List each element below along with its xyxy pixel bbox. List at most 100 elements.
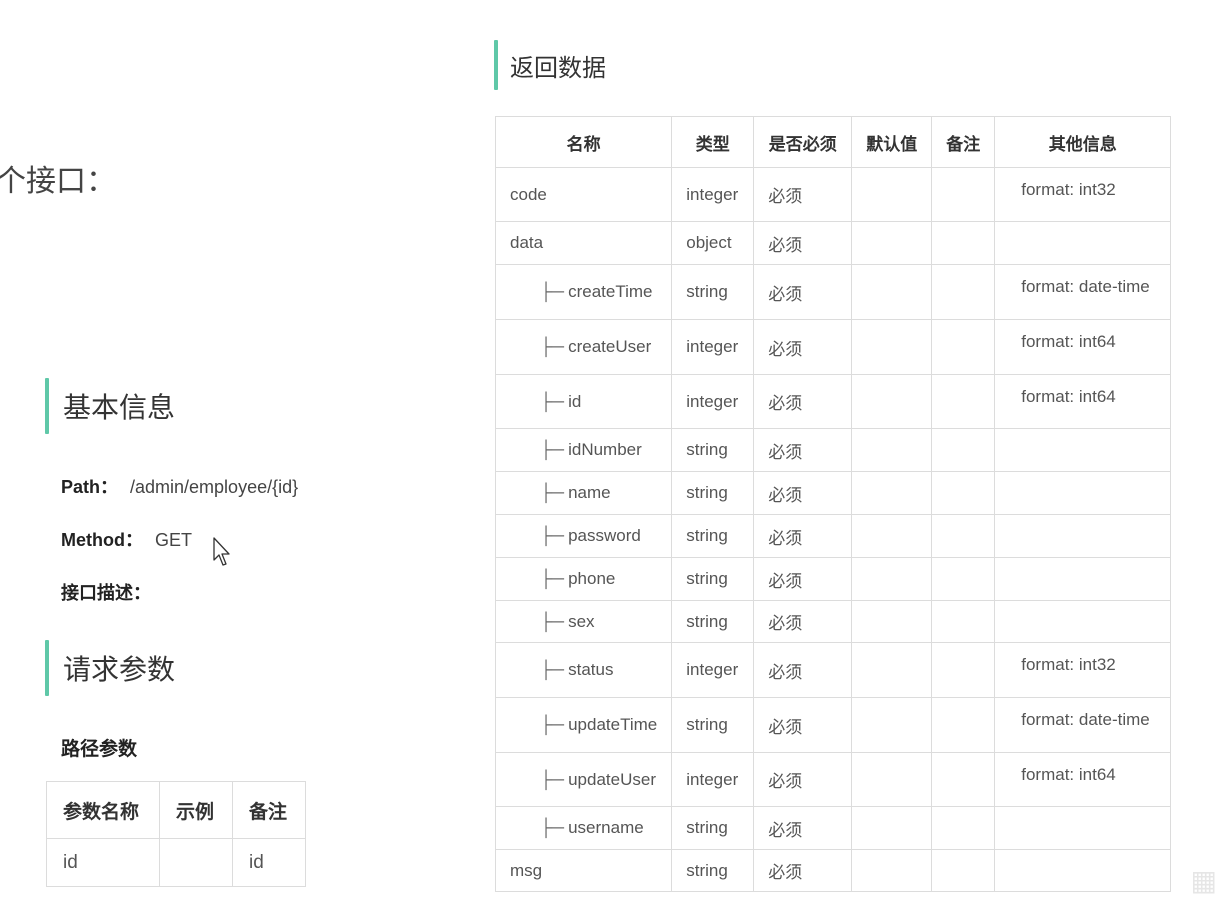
table-row: code integer 必须 format: int32 [494, 167, 1172, 222]
field-name-cell: ├─ createUser [494, 319, 673, 375]
table-row: ├─ updateTime string 必须 format: date-time [494, 697, 1172, 753]
column-header: 默认值 [851, 116, 933, 168]
field-type-cell: string [671, 264, 755, 320]
tree-branch-icon: ├─ [540, 569, 565, 588]
field-info-cell [994, 849, 1172, 892]
table-row: ├─ sex string 必须 [494, 600, 1172, 643]
field-default-cell [851, 221, 933, 265]
field-type-cell: integer [671, 642, 755, 698]
field-info-cell: format: date-time [994, 697, 1172, 753]
field-type-cell: integer [671, 319, 755, 375]
field-note-cell [931, 167, 996, 222]
table-row: ├─ username string 必须 [494, 806, 1172, 850]
field-type-cell: string [671, 557, 755, 601]
field-default-cell [851, 752, 933, 807]
column-header: 名称 [494, 116, 673, 168]
field-default-cell [851, 806, 933, 850]
field-name-cell: ├─ updateTime [494, 697, 673, 753]
field-default-cell [851, 600, 933, 643]
field-name: username [568, 818, 644, 837]
method-label: Method： [61, 530, 143, 550]
tree-branch-icon: ├─ [540, 611, 565, 631]
path-label: Path： [61, 477, 119, 497]
field-name-cell: ├─ updateUser [494, 752, 673, 807]
field-required-cell: 必须 [753, 697, 853, 753]
field-name-cell: data [494, 221, 673, 265]
column-header: 是否必须 [753, 116, 853, 168]
table-row: ├─ id integer 必须 format: int64 [494, 374, 1172, 429]
column-header: 备注 [232, 781, 306, 839]
return-data-table: 名称 类型 是否必须 默认值 备注 其他信息 code integer 必须 form… [494, 116, 1172, 892]
field-note-cell [931, 557, 996, 601]
field-note-cell [931, 752, 996, 807]
column-header: 其他信息 [994, 116, 1172, 168]
field-required-cell: 必须 [753, 849, 853, 892]
field-name: sex [568, 611, 595, 631]
field-name: name [568, 483, 611, 502]
field-name-cell: ├─ createTime [494, 264, 673, 320]
basic-info-heading-text: 基本信息 [63, 392, 176, 423]
field-name-cell: ├─ username [494, 806, 673, 850]
field-type-cell: string [671, 471, 755, 515]
field-note-cell [931, 319, 996, 375]
field-default-cell [851, 557, 933, 601]
table-row: ├─ password string 必须 [494, 514, 1172, 558]
field-type-cell: string [671, 428, 755, 472]
field-type-cell: object [671, 221, 755, 265]
method-value: GET [154, 530, 192, 550]
field-type-cell: integer [671, 752, 755, 807]
tree-branch-icon: ├─ [540, 337, 565, 356]
accent-bar [494, 40, 498, 90]
table-row: msg string 必须 [494, 849, 1172, 892]
field-type-cell: integer [671, 167, 755, 222]
field-name-cell: ├─ sex [494, 600, 673, 643]
field-info-cell: format: int64 [994, 374, 1172, 429]
description-info: 接口描述： [61, 579, 151, 605]
field-required-cell: 必须 [753, 374, 853, 429]
field-default-cell [851, 849, 933, 892]
table-header-row: 名称 类型 是否必须 默认值 备注 其他信息 [494, 116, 1172, 168]
table-cell: id [232, 838, 306, 887]
field-name-cell: ├─ password [494, 514, 673, 558]
field-required-cell: 必须 [753, 752, 853, 807]
table-row: ├─ createUser integer 必须 format: int64 [494, 319, 1172, 375]
table-cell: id [46, 838, 160, 887]
field-required-cell: 必须 [753, 471, 853, 515]
request-params-heading-text: 请求参数 [63, 654, 176, 685]
field-info-cell [994, 221, 1172, 265]
field-required-cell: 必须 [753, 221, 853, 265]
field-type-cell: string [671, 514, 755, 558]
field-default-cell [851, 697, 933, 753]
field-note-cell [931, 642, 996, 698]
field-note-cell [931, 849, 996, 892]
field-default-cell [851, 264, 933, 320]
field-required-cell: 必须 [753, 167, 853, 222]
watermark: ▦ [1190, 865, 1217, 896]
description-label: 接口描述： [61, 583, 151, 603]
tree-branch-icon: ├─ [540, 715, 565, 734]
field-name: msg [510, 860, 543, 880]
table-row: ├─ phone string 必须 [494, 557, 1172, 601]
field-type-cell: integer [671, 374, 755, 429]
path-info: Path： /admin/employee/{id} [61, 473, 298, 499]
field-required-cell: 必须 [753, 557, 853, 601]
field-name: idNumber [568, 440, 642, 459]
column-header: 示例 [159, 781, 233, 839]
field-note-cell [931, 374, 996, 429]
tree-branch-icon: ├─ [540, 282, 565, 301]
field-name-cell: msg [494, 849, 673, 892]
field-required-cell: 必须 [753, 319, 853, 375]
table-header-row: 参数名称 示例 备注 [46, 781, 306, 839]
field-info-cell: format: date-time [994, 264, 1172, 320]
tree-branch-icon: ├─ [540, 660, 565, 679]
tree-branch-icon: ├─ [540, 483, 565, 502]
field-type-cell: string [671, 600, 755, 643]
field-default-cell [851, 319, 933, 375]
column-header: 参数名称 [46, 781, 160, 839]
path-value: /admin/employee/{id} [130, 477, 299, 497]
field-name: status [568, 660, 614, 679]
field-name: createTime [568, 282, 653, 301]
field-note-cell [931, 221, 996, 265]
field-default-cell [851, 167, 933, 222]
table-cell [159, 838, 233, 887]
